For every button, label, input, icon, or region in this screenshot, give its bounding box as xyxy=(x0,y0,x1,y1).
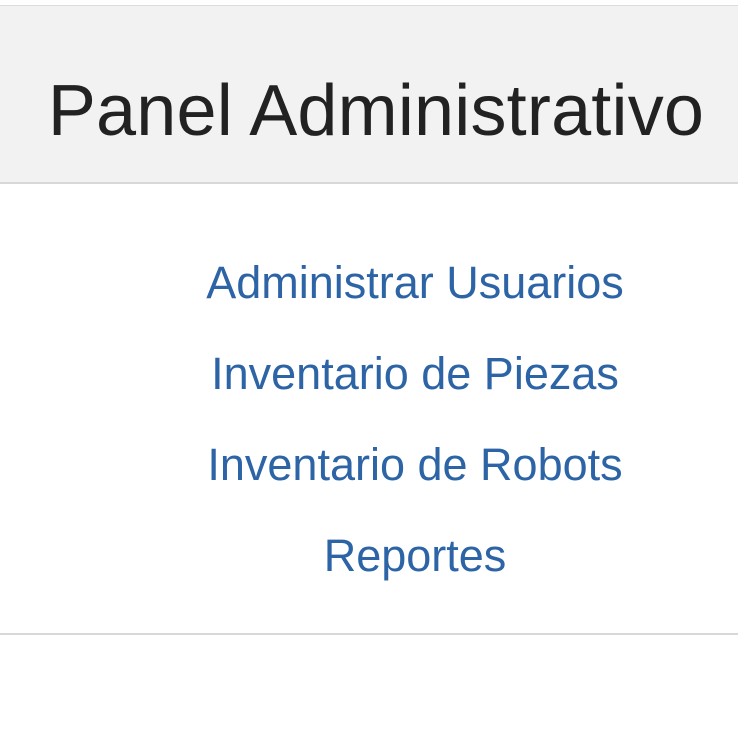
page-title: Panel Administrativo xyxy=(47,71,705,151)
admin-nav-list: Administrar Usuarios Inventario de Pieza… xyxy=(95,255,735,619)
header-panel: Panel Administrativo xyxy=(0,5,738,184)
nav-item-parts-inventory: Inventario de Piezas xyxy=(95,346,735,437)
reports-link[interactable]: Reportes xyxy=(324,528,507,584)
robots-inventory-link[interactable]: Inventario de Robots xyxy=(207,437,622,493)
manage-users-link[interactable]: Administrar Usuarios xyxy=(206,255,624,311)
nav-item-robots-inventory: Inventario de Robots xyxy=(95,437,735,528)
admin-panel-page: Panel Administrativo Administrar Usuario… xyxy=(0,0,738,740)
parts-inventory-link[interactable]: Inventario de Piezas xyxy=(211,346,619,402)
nav-item-manage-users: Administrar Usuarios xyxy=(95,255,735,346)
bottom-divider xyxy=(0,633,738,635)
nav-item-reports: Reportes xyxy=(95,528,735,619)
